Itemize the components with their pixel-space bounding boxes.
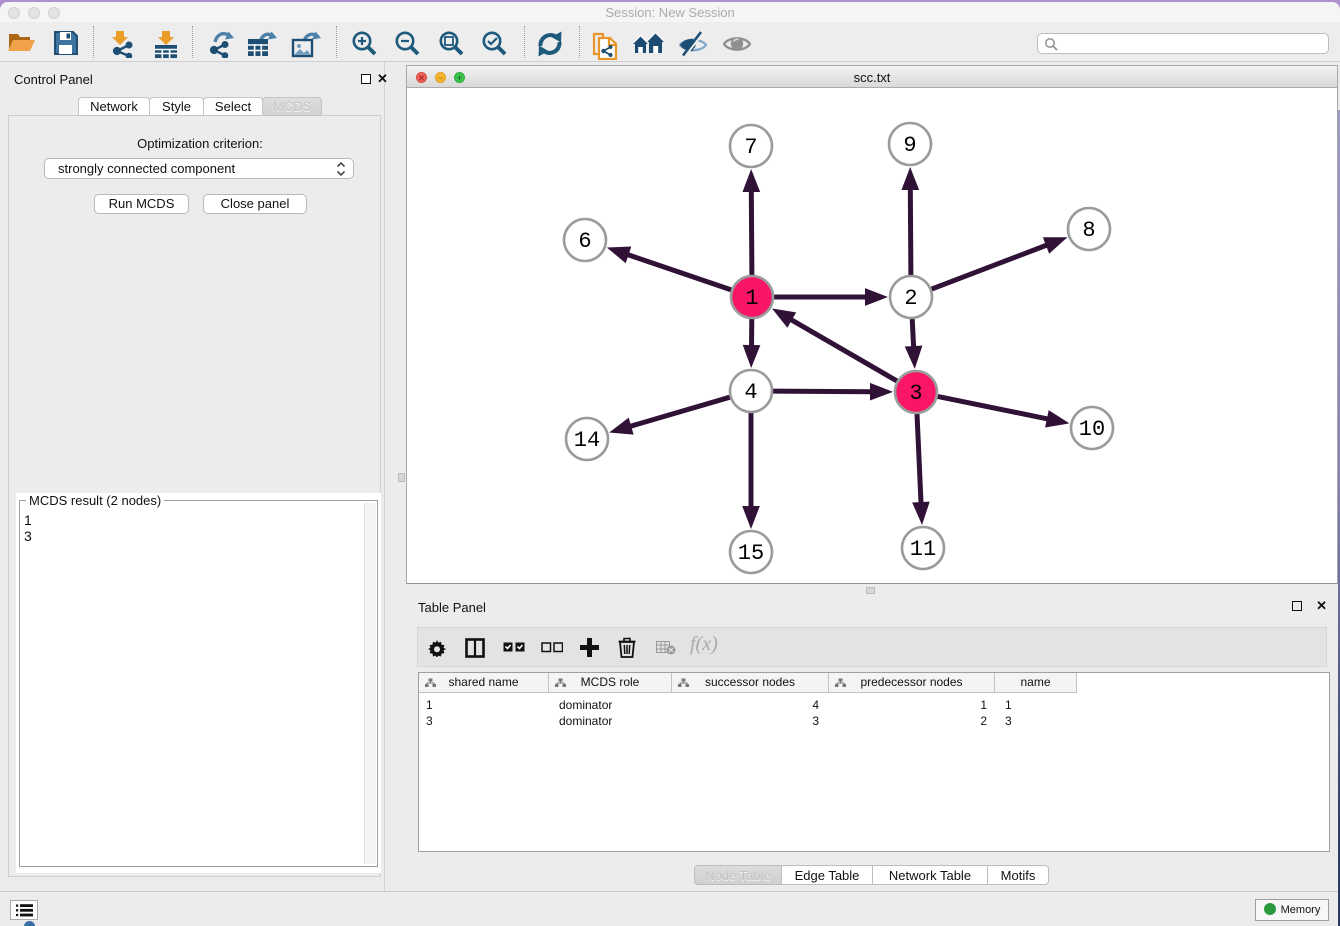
svg-text:2: 2 [904, 286, 917, 311]
svg-text:14: 14 [574, 428, 600, 453]
svg-text:4: 4 [744, 380, 757, 405]
svg-text:15: 15 [738, 541, 764, 566]
svg-text:3: 3 [909, 381, 922, 406]
svg-text:9: 9 [903, 133, 916, 158]
svg-text:10: 10 [1079, 417, 1105, 442]
svg-text:7: 7 [744, 135, 757, 160]
svg-text:8: 8 [1082, 218, 1095, 243]
svg-text:6: 6 [578, 229, 591, 254]
svg-text:11: 11 [910, 537, 936, 562]
svg-text:1: 1 [745, 286, 758, 311]
